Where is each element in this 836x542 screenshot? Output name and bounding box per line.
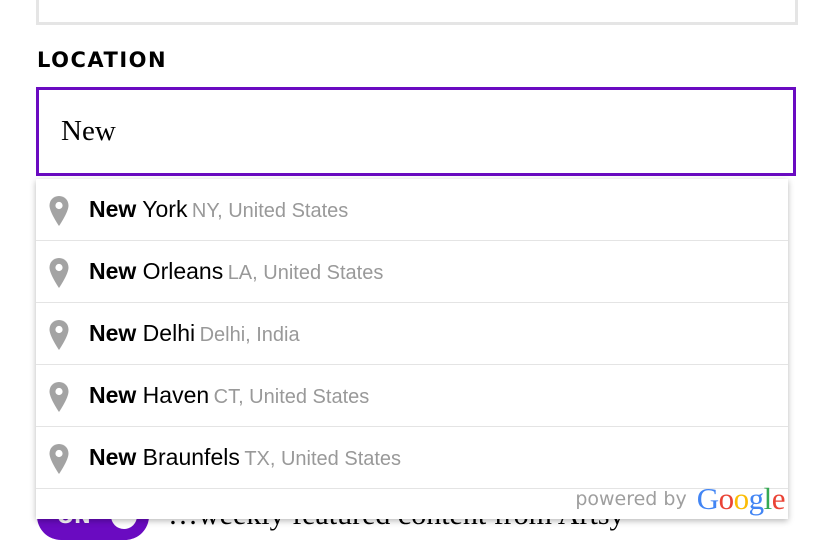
suggestion-item[interactable]: New Haven CT, United States (36, 365, 788, 427)
map-pin-icon (49, 196, 69, 226)
suggestion-text: New Braunfels TX, United States (89, 444, 401, 471)
suggestion-region: CT, United States (213, 386, 370, 408)
google-letter: o (718, 481, 735, 516)
suggestion-match: New (89, 382, 137, 408)
suggestion-region: Delhi, India (199, 324, 300, 346)
previous-input-field[interactable] (36, 0, 798, 25)
google-letter: l (763, 481, 773, 516)
suggestion-match: New (89, 258, 137, 284)
suggestion-item[interactable]: New Orleans LA, United States (36, 241, 788, 303)
map-pin-icon (49, 444, 69, 474)
google-letter: o (733, 481, 750, 516)
location-input[interactable] (36, 87, 796, 176)
map-pin-icon (49, 320, 69, 350)
suggestion-item[interactable]: New York NY, United States (36, 179, 788, 241)
suggestion-name: Haven (136, 382, 210, 408)
suggestion-text: New York NY, United States (89, 196, 348, 223)
suggestion-item[interactable]: New Delhi Delhi, India (36, 303, 788, 365)
suggestion-match: New (89, 444, 137, 470)
suggestion-match: New (89, 196, 137, 222)
suggestion-item[interactable]: New Braunfels TX, United States (36, 427, 788, 489)
suggestion-region: NY, United States (191, 200, 349, 222)
autocomplete-dropdown: New York NY, United States New Orleans L… (36, 179, 788, 519)
map-pin-icon (49, 382, 69, 412)
suggestion-region: TX, United States (244, 448, 402, 470)
map-pin-icon (49, 258, 69, 288)
suggestion-name: Orleans (136, 258, 224, 284)
suggestion-name: York (136, 196, 188, 222)
location-label: LOCATION (37, 48, 168, 72)
powered-by-text: powered by (575, 488, 687, 510)
suggestion-name: Delhi (136, 320, 196, 346)
google-attribution: powered by Google (575, 481, 785, 517)
google-letter: e (771, 481, 786, 516)
google-letter: G (696, 481, 719, 516)
suggestion-region: LA, United States (227, 262, 384, 284)
google-logo: Google (696, 481, 786, 517)
suggestion-text: New Delhi Delhi, India (89, 320, 300, 347)
suggestion-text: New Haven CT, United States (89, 382, 369, 409)
google-letter: g (748, 481, 765, 516)
suggestion-match: New (89, 320, 137, 346)
suggestion-text: New Orleans LA, United States (89, 258, 383, 285)
suggestion-name: Braunfels (136, 444, 240, 470)
